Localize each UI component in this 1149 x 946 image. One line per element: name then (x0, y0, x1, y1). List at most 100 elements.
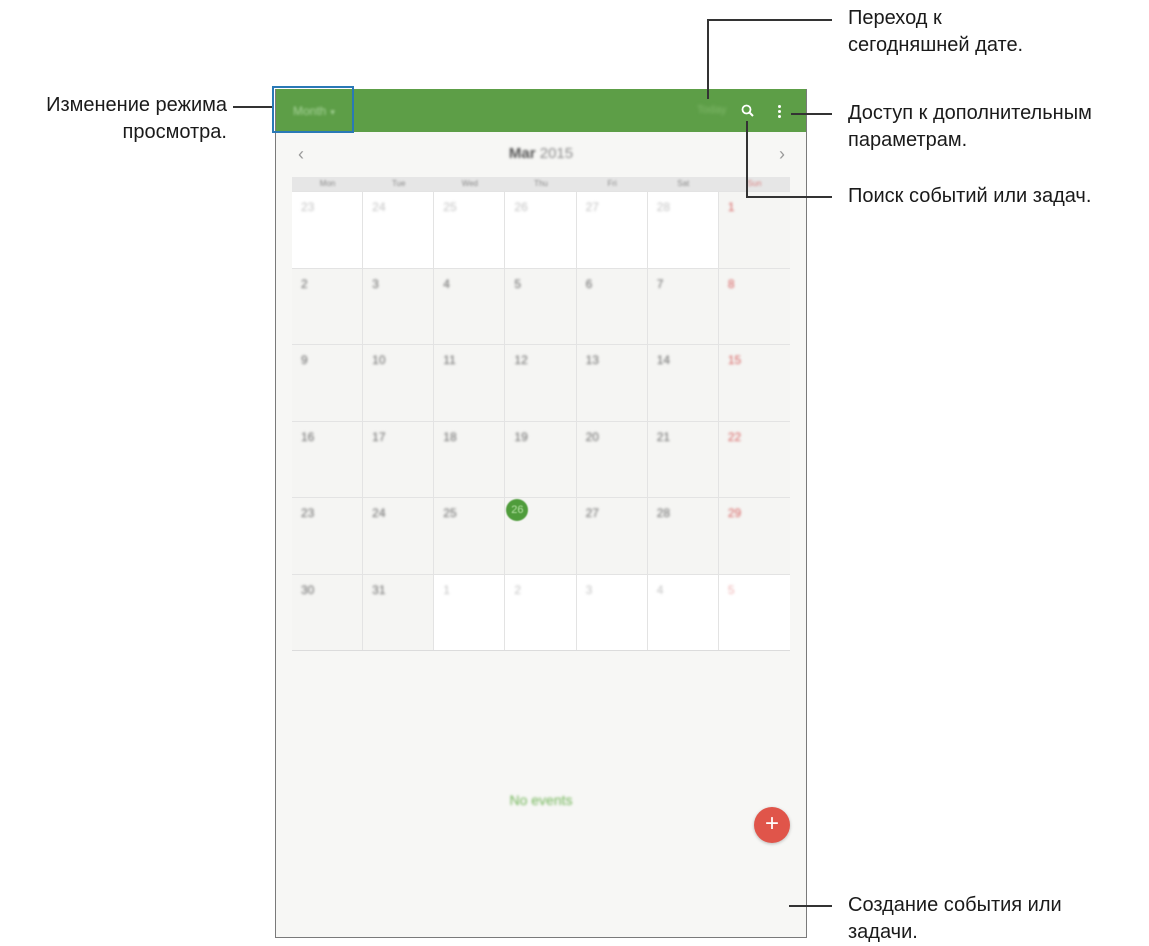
annotation-view-mode-line1: Изменение режима (46, 94, 227, 116)
month-navigation: ‹ Mar 2015 › (276, 132, 806, 176)
day-cell[interactable]: 27 (576, 191, 648, 268)
day-number: 20 (585, 429, 599, 444)
day-number: 8 (727, 276, 735, 291)
day-cell[interactable]: 3 (363, 267, 435, 344)
day-number: 27 (585, 506, 599, 520)
day-number: 2 (514, 582, 522, 597)
day-cell[interactable]: 9 (292, 344, 364, 421)
day-cell[interactable]: 31 (363, 573, 435, 650)
day-cell[interactable]: 24 (363, 497, 435, 574)
day-cell[interactable]: 11 (434, 344, 506, 421)
day-cell[interactable]: 4 (647, 573, 719, 650)
leader-line (707, 19, 832, 21)
day-number: 11 (443, 353, 456, 367)
chevron-right-icon[interactable]: › (770, 142, 794, 166)
day-number: 4 (443, 276, 450, 291)
weekday-label: Tue (391, 179, 406, 188)
day-number: 23 (301, 506, 315, 520)
day-cell[interactable]: 23 (292, 191, 364, 268)
day-cell[interactable]: 23 (292, 497, 364, 574)
day-cell[interactable]: 5 (718, 573, 790, 650)
annotation-create: Создание события или задачи. (848, 892, 1062, 946)
add-event-button[interactable]: + (754, 807, 790, 843)
day-cell[interactable]: 10 (363, 344, 435, 421)
today-button[interactable]: Today (697, 89, 726, 132)
annotation-view-mode-line2: просмотра. (122, 121, 227, 143)
day-cell[interactable]: 25 (434, 497, 506, 574)
day-number: 4 (656, 582, 664, 597)
search-icon[interactable] (738, 101, 758, 121)
day-cell[interactable]: 13 (576, 344, 648, 421)
day-number: 1 (727, 200, 735, 214)
month-year: 2015 (539, 145, 574, 162)
day-cell[interactable]: 24 (363, 191, 435, 268)
day-cell[interactable]: 26 (505, 497, 577, 574)
day-number: 22 (727, 429, 742, 444)
day-number: 25 (443, 200, 457, 214)
day-cell[interactable]: 25 (434, 191, 506, 268)
day-cell[interactable]: 20 (576, 420, 648, 497)
day-cell[interactable]: 16 (292, 420, 364, 497)
day-cell[interactable]: 28 (647, 497, 719, 574)
day-number: 29 (727, 506, 742, 520)
day-cell[interactable]: 1 (434, 573, 506, 650)
calendar-screen: Month ▾ Today ‹ Mar 2015 › Mon Tue Wed Thu Fr… (275, 89, 807, 938)
day-cell[interactable]: 19 (505, 420, 577, 497)
day-number: 28 (656, 506, 671, 520)
day-cell[interactable]: 27 (576, 497, 648, 574)
day-number: 1 (443, 582, 450, 597)
weekday-label: Fri (607, 179, 617, 188)
day-number: 9 (301, 353, 308, 367)
day-cell[interactable]: 3 (576, 573, 648, 650)
day-number: 2 (301, 276, 308, 291)
day-cell[interactable]: 28 (647, 191, 719, 268)
day-cell[interactable]: 30 (292, 573, 364, 650)
day-cell[interactable]: 14 (647, 344, 719, 421)
day-cell[interactable]: 22 (718, 420, 790, 497)
day-cell[interactable]: 6 (576, 267, 648, 344)
day-cell[interactable]: 7 (647, 267, 719, 344)
annotation-today: Переход к сегодняшней дате. (848, 5, 1023, 59)
leader-line (789, 905, 832, 907)
annotation-search: Поиск событий или задач. (848, 185, 1092, 207)
empty-state-text: No events (509, 792, 573, 808)
annotation-more-line1: Доступ к дополнительным (848, 102, 1092, 124)
day-cell[interactable]: 2 (505, 573, 577, 650)
day-cell[interactable]: 4 (434, 267, 506, 344)
day-number: 5 (514, 276, 522, 291)
day-number: 28 (656, 200, 671, 214)
day-number: 24 (372, 506, 386, 520)
leader-line (746, 196, 832, 198)
day-cell[interactable]: 26 (505, 191, 577, 268)
more-vert-icon[interactable] (771, 100, 787, 122)
day-number: 15 (727, 353, 742, 367)
month-grid: 23 24 25 26 27 28 1 2 3 4 5 6 7 8 9 10 11 12 13 14 15 16 17 18 1… (292, 191, 790, 651)
day-cell[interactable]: 2 (292, 267, 364, 344)
day-cell[interactable]: 5 (505, 267, 577, 344)
day-number: 6 (585, 276, 593, 291)
day-number: 30 (301, 582, 315, 597)
day-number: 14 (656, 353, 671, 367)
day-cell[interactable]: 8 (718, 267, 790, 344)
weekday-header: Mon Tue Wed Thu Fri Sat Sun (292, 177, 790, 191)
day-number: 26 (506, 499, 529, 521)
weekday-label: Mon (319, 179, 336, 188)
day-cell[interactable]: 15 (718, 344, 790, 421)
day-cell[interactable]: 12 (505, 344, 577, 421)
day-cell[interactable]: 1 (718, 191, 790, 268)
day-cell[interactable]: 18 (434, 420, 506, 497)
day-number: 27 (585, 200, 599, 214)
day-cell[interactable]: 29 (718, 497, 790, 574)
leader-line (233, 106, 272, 108)
day-number: 10 (372, 353, 386, 367)
dropdown-caret-icon: ▾ (330, 107, 335, 117)
annotation-more-line2: параметрам. (848, 129, 968, 151)
day-number: 24 (372, 200, 386, 214)
day-cell[interactable]: 21 (647, 420, 719, 497)
day-number: 12 (514, 353, 528, 367)
day-number: 7 (656, 276, 664, 291)
view-mode-dropdown[interactable]: Month ▾ (280, 92, 354, 131)
day-number: 3 (585, 582, 593, 597)
day-cell[interactable]: 17 (363, 420, 435, 497)
day-number: 18 (443, 429, 457, 444)
